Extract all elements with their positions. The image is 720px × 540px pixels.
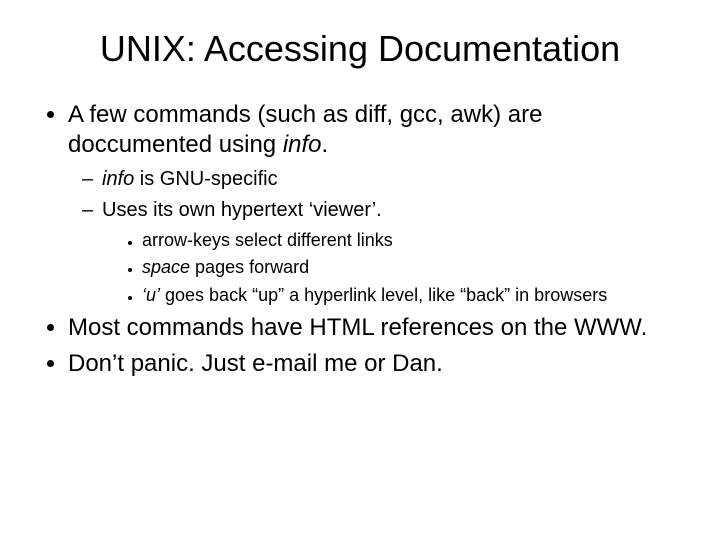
bullet-1-sub-2-text: Uses its own hypertext ‘viewer’. — [102, 199, 382, 221]
bullet-3: Don’t panic. Just e-mail me or Dan. — [68, 349, 680, 379]
bullet-1-sub-2b-em: space — [142, 257, 190, 277]
bullet-1-em: info — [283, 131, 322, 158]
bullet-1-sub-2c: ‘u’ goes back “up” a hyperlink level, li… — [142, 283, 680, 307]
bullet-1-sub-2a: arrow-keys select different links — [142, 228, 680, 252]
bullet-1-sub-2-list: arrow-keys select different links space … — [102, 228, 680, 307]
bullet-1-sub-1: info is GNU-specific — [102, 166, 680, 193]
slide: UNIX: Accessing Documentation A few comm… — [0, 0, 720, 405]
bullet-1-sub-2b: space pages forward — [142, 255, 680, 279]
bullet-2: Most commands have HTML references on th… — [68, 313, 680, 343]
bullet-1-sub-2b-post: pages forward — [190, 257, 309, 277]
bullet-1: A few commands (such as diff, gcc, awk) … — [68, 100, 680, 307]
bullet-1-sub-2c-post: goes back “up” a hyperlink level, like “… — [160, 285, 607, 305]
bullet-1-sublist: info is GNU-specific Uses its own hypert… — [68, 166, 680, 307]
bullet-1-sub-2: Uses its own hypertext ‘viewer’. arrow-k… — [102, 197, 680, 307]
bullet-1-sub-2c-em: ‘u’ — [142, 285, 160, 305]
bullet-list: A few commands (such as diff, gcc, awk) … — [40, 100, 680, 379]
bullet-1-post: . — [322, 131, 329, 158]
bullet-1-sub-1-post: is GNU-specific — [134, 168, 277, 190]
slide-title: UNIX: Accessing Documentation — [40, 28, 680, 70]
bullet-1-sub-1-em: info — [102, 168, 134, 190]
